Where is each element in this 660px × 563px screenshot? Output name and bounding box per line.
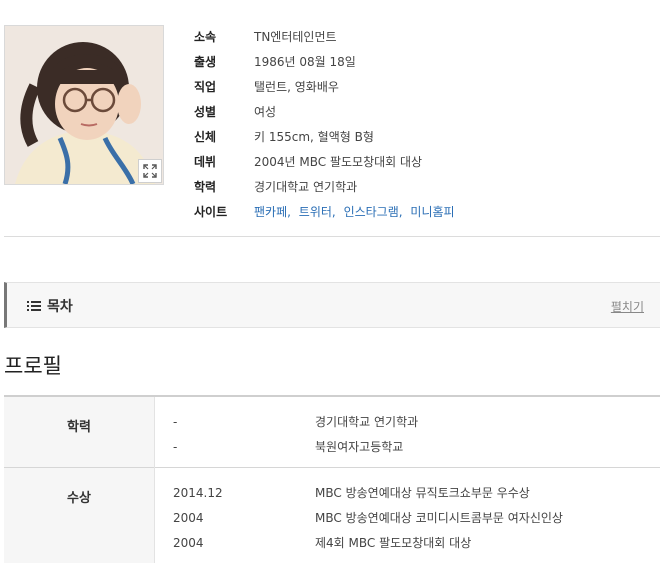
info-key: 성별 [194,103,254,120]
table-of-contents: 목차 펼치기 [4,282,660,328]
link-instagram[interactable]: 인스타그램 [344,205,399,219]
row-content-cell: 2014.12 MBC 방송연예대상 뮤직토크쇼부문 우수상 2004 MBC … [155,468,660,563]
toc-expand-link[interactable]: 펼치기 [611,298,644,315]
info-row-body: 신체 키 155cm, 혈액형 B형 [194,124,455,149]
info-key: 사이트 [194,203,254,220]
link-fancafe[interactable]: 팬카페 [254,205,287,219]
list-item: 2004 제4회 MBC 팔도모창대회 대상 [155,530,660,555]
entry-text: 제4회 MBC 팔도모창대회 대상 [315,534,471,551]
info-value: 경기대학교 연기학과 [254,178,357,195]
info-value: 탤런트, 영화배우 [254,78,339,95]
profile-table: 학력 - 경기대학교 연기학과 - 북원여자고등학교 수상 2014.12 MB… [4,395,660,563]
entry-text: MBC 방송연예대상 뮤직토크쇼부문 우수상 [315,484,530,501]
section-title: 프로필 [4,350,62,380]
info-key: 출생 [194,53,254,70]
list-item: 2004 MBC 방송연예대상 코미디시트콤부문 여자신인상 [155,505,660,530]
info-value: 1986년 08월 18일 [254,53,356,70]
entry-text: 경기대학교 연기학과 [315,413,418,430]
info-value: 2004년 MBC 팔도모창대회 대상 [254,153,422,170]
row-label-cell: 수상 [4,468,155,563]
info-key: 신체 [194,128,254,145]
table-row-education: 학력 - 경기대학교 연기학과 - 북원여자고등학교 [4,396,660,468]
row-content-cell: - 경기대학교 연기학과 - 북원여자고등학교 [155,396,660,468]
photo-enlarge-button[interactable] [138,159,162,183]
link-twitter[interactable]: 트위터 [299,205,332,219]
list-item: - 북원여자고등학교 [155,434,660,459]
info-value: TN엔터테인먼트 [254,28,337,45]
expand-icon [143,164,157,178]
info-row-gender: 성별 여성 [194,99,455,124]
link-separator: , [287,205,291,219]
link-separator: , [399,205,403,219]
profile-photo[interactable] [4,25,164,185]
entry-date: 2004 [155,536,315,550]
entry-date: 2004 [155,511,315,525]
info-key: 직업 [194,78,254,95]
info-row-job: 직업 탤런트, 영화배우 [194,74,455,99]
link-minihompy[interactable]: 미니홈피 [410,205,454,219]
table-row-awards: 수상 2014.12 MBC 방송연예대상 뮤직토크쇼부문 우수상 2004 M… [4,468,660,563]
entry-text: 북원여자고등학교 [315,438,403,455]
link-separator: , [332,205,336,219]
info-row-birth: 출생 1986년 08월 18일 [194,49,455,74]
info-row-education: 학력 경기대학교 연기학과 [194,174,455,199]
row-label-cell: 학력 [4,396,155,468]
toc-title: 목차 [47,296,73,316]
entry-text: MBC 방송연예대상 코미디시트콤부문 여자신인상 [315,509,563,526]
profile-info: 소속 TN엔터테인먼트 출생 1986년 08월 18일 직업 탤런트, 영화배… [194,24,455,224]
entry-date: - [155,440,315,454]
entry-date: 2014.12 [155,486,315,500]
info-row-agency: 소속 TN엔터테인먼트 [194,24,455,49]
info-key: 소속 [194,28,254,45]
row-label: 수상 [4,468,154,506]
list-icon [27,300,41,312]
row-label: 학력 [4,397,154,435]
list-item: 2014.12 MBC 방송연예대상 뮤직토크쇼부문 우수상 [155,480,660,505]
list-item: - 경기대학교 연기학과 [155,409,660,434]
info-key: 데뷔 [194,153,254,170]
info-row-site: 사이트 팬카페, 트위터, 인스타그램, 미니홈피 [194,199,455,224]
info-value: 키 155cm, 혈액형 B형 [254,128,374,145]
divider [4,236,660,237]
info-value: 여성 [254,103,276,120]
entry-date: - [155,415,315,429]
info-key: 학력 [194,178,254,195]
site-links: 팬카페, 트위터, 인스타그램, 미니홈피 [254,203,455,220]
info-row-debut: 데뷔 2004년 MBC 팔도모창대회 대상 [194,149,455,174]
